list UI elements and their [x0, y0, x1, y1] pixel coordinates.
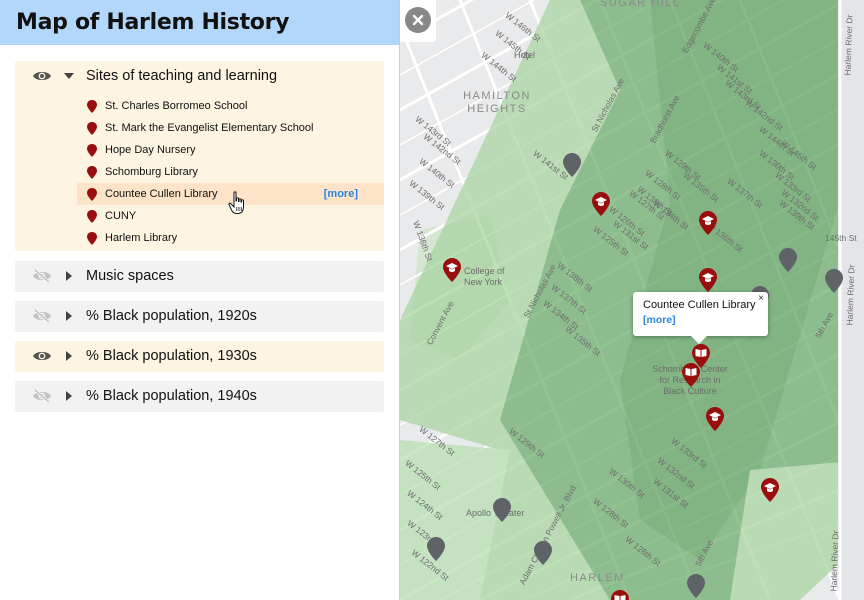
eye-icon[interactable] — [32, 69, 52, 83]
site-item[interactable]: St. Mark the Evangelist Elementary Schoo… — [77, 117, 384, 139]
site-label: Hope Day Nursery — [105, 144, 196, 156]
popup-title: Countee Cullen Library — [643, 299, 756, 311]
layer-header[interactable]: Music spaces — [15, 261, 384, 291]
layer-name: % Black population, 1930s — [86, 348, 257, 364]
site-item[interactable]: Harlem Library — [77, 227, 384, 249]
marker-popup: Countee Cullen Library [more] × — [633, 292, 768, 344]
hand-cursor-icon — [228, 191, 244, 214]
site-label: CUNY — [105, 210, 137, 222]
area-label: SUGAR HILL — [600, 0, 681, 9]
layer-header[interactable]: Sites of teaching and learning — [15, 61, 384, 91]
site-label: St. Mark the Evangelist Elementary Schoo… — [105, 122, 314, 134]
close-icon — [412, 14, 424, 26]
gray-map-marker[interactable] — [825, 269, 843, 293]
map-pin-icon — [87, 165, 97, 179]
book-marker[interactable] — [682, 363, 700, 387]
title-bar: Map of Harlem History — [0, 0, 399, 45]
mortarboard-marker[interactable] — [592, 192, 610, 216]
mortarboard-marker[interactable] — [706, 407, 724, 431]
layer-name: Music spaces — [86, 268, 174, 284]
area-label: HAMILTON HEIGHTS — [463, 90, 531, 115]
site-label: Schomburg Library — [105, 166, 198, 178]
layer-music-spaces: Music spaces — [15, 261, 384, 292]
mortarboard-marker[interactable] — [699, 268, 717, 292]
area-label: HARLEM — [570, 572, 625, 584]
site-label: Harlem Library — [105, 232, 178, 244]
gray-map-marker[interactable] — [427, 537, 445, 561]
layer-panel: Map of Harlem History Sites of teaching … — [0, 0, 400, 600]
road-label: Harlem River Dr — [842, 14, 855, 76]
gray-map-marker[interactable] — [779, 248, 797, 272]
eye-slash-icon[interactable] — [32, 269, 52, 283]
map-pin-icon — [87, 231, 97, 245]
layer-black-population-1940s: % Black population, 1940s — [15, 381, 384, 412]
book-marker[interactable] — [611, 590, 629, 600]
map-pin-icon — [87, 143, 97, 157]
layer-black-population-1930s: % Black population, 1930s — [15, 341, 384, 372]
caret-down-icon[interactable] — [63, 70, 75, 82]
road-label: 145th St — [825, 233, 857, 243]
close-panel-button[interactable] — [405, 7, 431, 33]
layer-name: % Black population, 1920s — [86, 308, 257, 324]
gray-map-marker[interactable] — [534, 541, 552, 565]
site-label: St. Charles Borromeo School — [105, 100, 248, 112]
eye-icon[interactable] — [32, 349, 52, 363]
gray-map-marker[interactable] — [493, 498, 511, 522]
site-item[interactable]: Schomburg Library — [77, 161, 384, 183]
site-item[interactable]: Hope Day Nursery — [77, 139, 384, 161]
site-label: Countee Cullen Library — [105, 188, 218, 200]
map-pin-icon — [87, 121, 97, 135]
caret-right-icon[interactable] — [63, 270, 75, 282]
layer-name: Sites of teaching and learning — [86, 68, 278, 84]
layer-header[interactable]: % Black population, 1940s — [15, 381, 384, 411]
map-view[interactable]: SUGAR HILL HAMILTON HEIGHTS HARLEM Hotel… — [400, 0, 864, 600]
map-pin-icon — [87, 99, 97, 113]
road-label: Harlem River Dr — [844, 264, 857, 326]
map-pin-icon — [87, 187, 97, 201]
caret-right-icon[interactable] — [63, 390, 75, 402]
gray-map-marker[interactable] — [687, 574, 705, 598]
layer-sites-of-teaching: Sites of teaching and learning St. Charl… — [15, 61, 384, 251]
mortarboard-marker[interactable] — [699, 211, 717, 235]
site-list: St. Charles Borromeo School St. Mark the… — [15, 91, 384, 249]
site-item[interactable]: St. Charles Borromeo School — [77, 95, 384, 117]
eye-slash-icon[interactable] — [32, 309, 52, 323]
layer-header[interactable]: % Black population, 1930s — [15, 341, 384, 371]
mortarboard-marker[interactable] — [761, 478, 779, 502]
layer-header[interactable]: % Black population, 1920s — [15, 301, 384, 331]
map-pin-icon — [87, 209, 97, 223]
mortarboard-marker[interactable] — [443, 258, 461, 282]
place-label: College of New York — [464, 266, 505, 287]
popup-close-button[interactable]: × — [758, 293, 764, 304]
gray-map-marker[interactable] — [563, 153, 581, 177]
layer-black-population-1920s: % Black population, 1920s — [15, 301, 384, 332]
app-title: Map of Harlem History — [16, 10, 290, 35]
caret-right-icon[interactable] — [63, 310, 75, 322]
layer-name: % Black population, 1940s — [86, 388, 257, 404]
road-label: Harlem River Dr — [828, 530, 841, 592]
popup-more-link[interactable]: [more] — [643, 314, 758, 326]
more-link[interactable]: [more] — [324, 188, 358, 200]
eye-slash-icon[interactable] — [32, 389, 52, 403]
caret-right-icon[interactable] — [63, 350, 75, 362]
